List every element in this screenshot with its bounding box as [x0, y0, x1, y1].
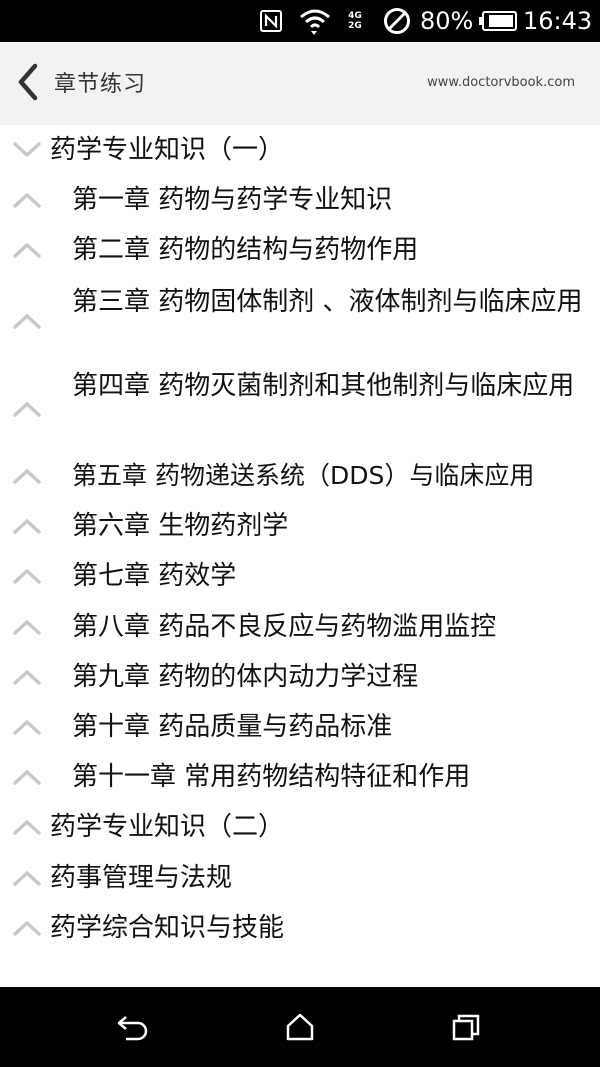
nav-home-button[interactable]: [280, 1007, 320, 1047]
tree-item-label: 第六章 生物药剂学: [72, 511, 289, 541]
tree-item-chapter[interactable]: 第四章 药物灭菌制剂和其他制剂与临床应用: [0, 365, 600, 453]
page-title: 章节练习: [54, 72, 147, 97]
chevron-up-icon: [12, 516, 42, 536]
battery-percent: 80%: [420, 7, 474, 35]
chevron-up-icon: [12, 717, 42, 737]
chevron-up-icon: [12, 190, 42, 210]
chevron-up-icon: [12, 240, 42, 260]
back-button[interactable]: [10, 62, 46, 102]
tree-item-chapter[interactable]: 第十一章 常用药物结构特征和作用: [0, 752, 600, 802]
tree-item-chapter[interactable]: 第二章 药物的结构与药物作用: [0, 225, 600, 275]
tree-item-chapter[interactable]: 第九章 药物的体内动力学过程: [0, 652, 600, 702]
tree-item-level0[interactable]: 药事管理与法规: [0, 853, 600, 903]
tree-item-level0[interactable]: 药学专业知识（一）: [0, 125, 600, 175]
tree-item-label: 药学专业知识（一）: [50, 135, 285, 165]
chevron-up-icon: [12, 667, 42, 687]
back-arrow-icon: [117, 1016, 148, 1041]
tree-item-label: 第十章 药品质量与药品标准: [72, 712, 393, 742]
chevron-up-icon: [12, 399, 42, 419]
nav-back-button[interactable]: [113, 1007, 153, 1047]
tree-item-level0[interactable]: 药学综合知识与技能: [0, 903, 600, 953]
chevron-up-icon: [12, 617, 42, 637]
status-bar: 4G 2G 80% 16:43: [0, 0, 600, 42]
chevron-up-icon: [12, 817, 42, 837]
tree-item-chapter[interactable]: 第七章 药效学: [0, 551, 600, 601]
app-header: 章节练习 www.doctorvbook.com: [0, 42, 600, 125]
chevron-down-icon: [12, 140, 42, 160]
chevron-left-icon: [18, 63, 38, 101]
network-type-bottom: 2G: [348, 21, 362, 31]
system-nav-bar: [0, 987, 600, 1067]
tree-item-chapter[interactable]: 第六章 生物药剂学: [0, 501, 600, 551]
tree-item-label: 第十一章 常用药物结构特征和作用: [72, 762, 471, 792]
tree-item-label: 第九章 药物的体内动力学过程: [72, 662, 419, 692]
tree-item-chapter[interactable]: 第五章 药物递送系统（DDS）与临床应用: [0, 451, 600, 501]
tree-item-chapter[interactable]: 第八章 药品不良反应与药物滥用监控: [0, 602, 600, 652]
tree-item-label: 第八章 药品不良反应与药物滥用监控: [72, 612, 497, 642]
clock: 16:43: [523, 7, 593, 35]
tree-item-label: 第五章 药物递送系统（DDS）与临床应用: [72, 461, 535, 490]
wifi-icon: [296, 0, 334, 42]
cellular-signal-icon: 4G 2G: [338, 0, 372, 42]
network-type-top: 4G: [348, 11, 362, 21]
tree-item-label: 第二章 药物的结构与药物作用: [72, 235, 419, 265]
chevron-up-icon: [12, 311, 42, 331]
tree-item-label: 第四章 药物灭菌制剂和其他制剂与临床应用: [72, 371, 575, 401]
tree-item-chapter[interactable]: 第三章 药物固体制剂 、液体制剂与临床应用: [0, 277, 600, 365]
tree-item-label: 第七章 药效学: [72, 561, 237, 591]
nav-recent-apps-button[interactable]: [446, 1007, 486, 1047]
tree-item-label: 药学专业知识（二）: [50, 812, 285, 842]
tree-item-level0[interactable]: 药学专业知识（二）: [0, 802, 600, 852]
recent-apps-icon: [452, 1014, 480, 1041]
chevron-up-icon: [12, 767, 42, 787]
tree-item-chapter[interactable]: 第十章 药品质量与药品标准: [0, 702, 600, 752]
nfc-icon: [256, 0, 286, 42]
tree-item-label: 第一章 药物与药学专业知识: [72, 185, 393, 215]
home-icon: [286, 1013, 314, 1041]
chevron-up-icon: [12, 566, 42, 586]
do-not-disturb-icon: [380, 0, 414, 42]
chevron-up-icon: [12, 918, 42, 938]
site-url: www.doctorvbook.com: [427, 75, 575, 90]
chevron-up-icon: [12, 868, 42, 888]
tree-item-label: 药事管理与法规: [50, 863, 233, 893]
tree-item-chapter[interactable]: 第一章 药物与药学专业知识: [0, 175, 600, 225]
battery-icon: [478, 0, 518, 42]
tree-item-label: 第三章 药物固体制剂 、液体制剂与临床应用: [72, 287, 583, 317]
chevron-up-icon: [12, 466, 42, 486]
tree-item-label: 药学综合知识与技能: [50, 913, 285, 943]
